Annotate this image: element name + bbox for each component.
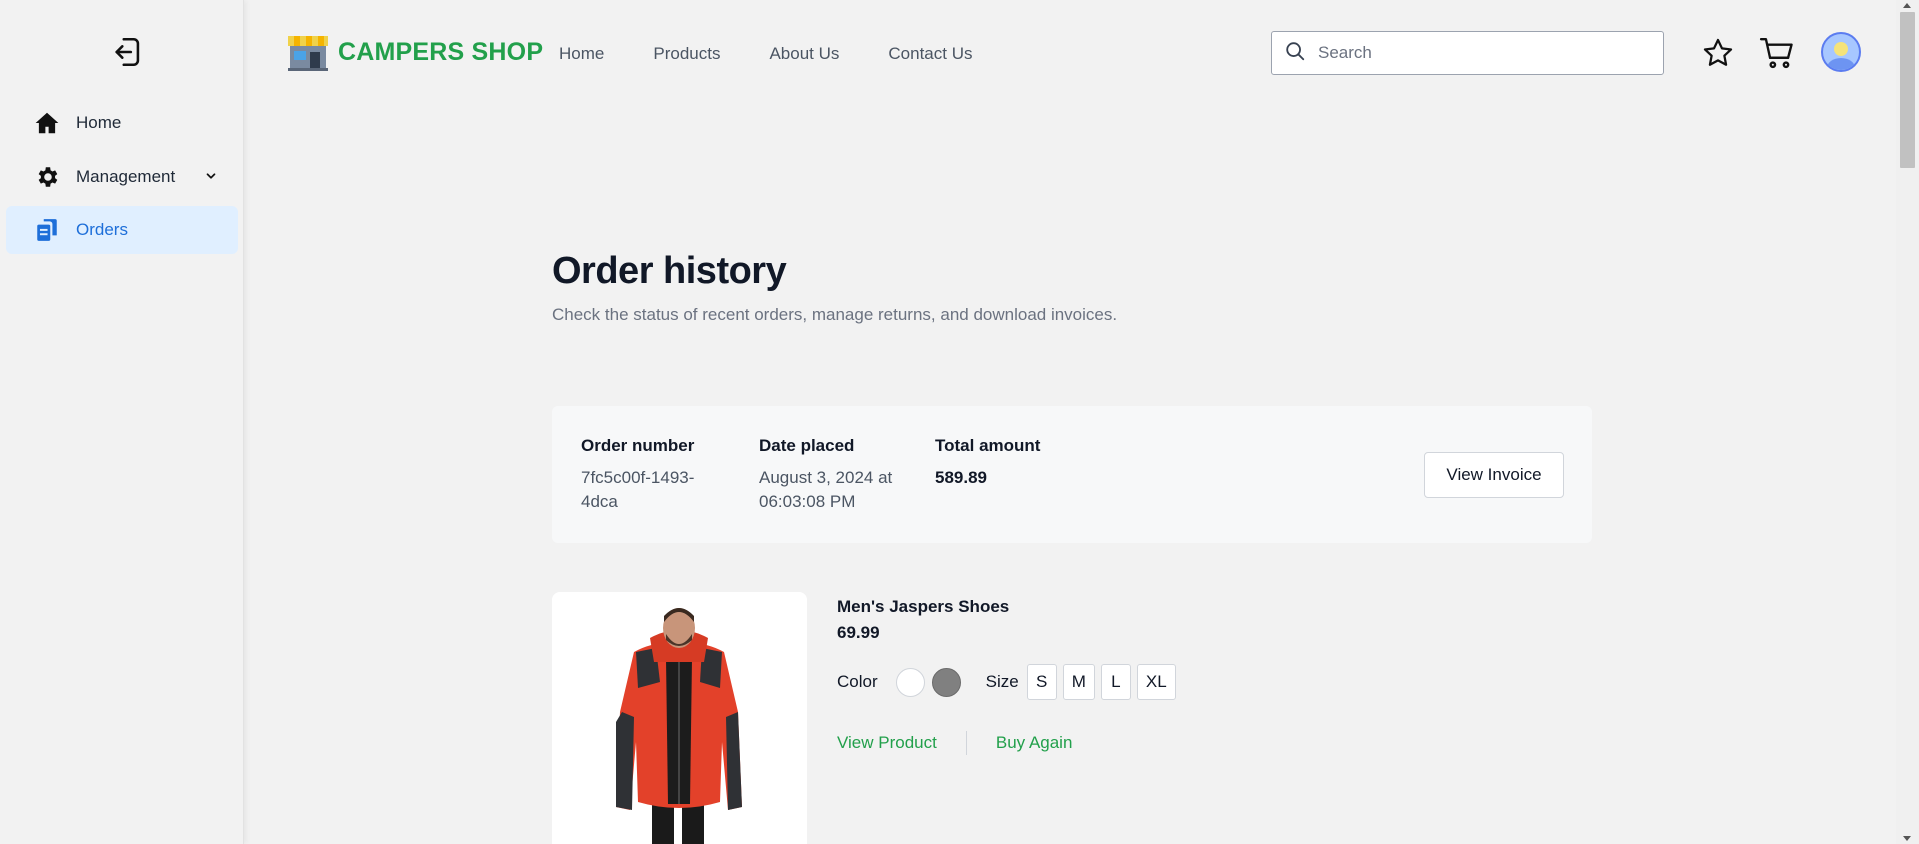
gear-icon xyxy=(34,164,60,190)
order-number-label: Order number xyxy=(581,436,695,455)
orders-icon xyxy=(34,217,60,243)
nav-contact-us[interactable]: Contact Us xyxy=(888,44,972,64)
page-title: Order history xyxy=(552,250,787,292)
chevron-down-icon[interactable] xyxy=(204,169,218,188)
date-placed-column: Date placed August 3, 2024 at 06:03:08 P… xyxy=(759,436,892,514)
scroll-up-icon[interactable] xyxy=(1903,3,1911,8)
buy-again-link[interactable]: Buy Again xyxy=(996,733,1073,753)
product-actions: View Product Buy Again xyxy=(837,731,1072,755)
size-option-s[interactable]: S xyxy=(1026,664,1057,700)
main-nav: Home Products About Us Contact Us xyxy=(559,44,1021,64)
avatar[interactable] xyxy=(1821,32,1861,72)
order-number-value: 7fc5c00f-1493- 4dca xyxy=(581,466,694,514)
order-summary-card: Order number 7fc5c00f-1493- 4dca Date pl… xyxy=(552,406,1592,543)
scroll-thumb[interactable] xyxy=(1900,12,1915,168)
size-option-l[interactable]: L xyxy=(1100,664,1131,700)
nav-about-us[interactable]: About Us xyxy=(769,44,839,64)
sidebar-item-label: Home xyxy=(76,113,122,132)
brand-logo[interactable]: CAMPERS SHOP xyxy=(286,32,543,72)
top-header: CAMPERS SHOP Home Products About Us Cont… xyxy=(244,0,1896,106)
product-image[interactable] xyxy=(552,592,807,844)
scroll-down-icon[interactable] xyxy=(1903,836,1911,841)
date-placed-value: August 3, 2024 at 06:03:08 PM xyxy=(759,466,892,514)
sidebar-item-home[interactable]: Home xyxy=(6,99,238,147)
size-option-xl[interactable]: XL xyxy=(1136,664,1176,700)
sidebar: Home Management Orders xyxy=(0,0,244,844)
order-number-line: 4dca xyxy=(581,492,618,511)
total-amount-value: 589.89 xyxy=(935,468,987,487)
search-icon xyxy=(1284,40,1306,67)
user-icon xyxy=(1827,42,1855,70)
size-option-m[interactable]: M xyxy=(1062,664,1095,700)
search-input[interactable] xyxy=(1318,43,1638,63)
shop-icon xyxy=(288,36,328,71)
sidebar-item-label: Orders xyxy=(76,220,128,239)
star-icon[interactable] xyxy=(1699,34,1737,72)
date-placed-label: Date placed xyxy=(759,436,855,455)
view-invoice-button[interactable]: View Invoice xyxy=(1424,452,1564,498)
nav-home[interactable]: Home xyxy=(559,44,604,64)
order-number-line: 7fc5c00f-1493- xyxy=(581,468,695,487)
order-number-column: Order number 7fc5c00f-1493- 4dca xyxy=(581,436,694,514)
product-name: Men's Jaspers Shoes xyxy=(837,597,1010,616)
view-product-link[interactable]: View Product xyxy=(837,733,937,753)
date-line: August 3, 2024 at xyxy=(759,468,893,487)
color-label: Color xyxy=(837,672,878,691)
total-amount-column: Total amount 589.89 xyxy=(935,436,1040,490)
logout-icon[interactable] xyxy=(110,34,146,70)
color-swatch-gray[interactable] xyxy=(931,667,961,697)
date-line: 06:03:08 PM xyxy=(759,492,856,511)
product-price: 69.99 xyxy=(837,623,880,642)
total-amount-label: Total amount xyxy=(935,436,1041,455)
size-label: Size xyxy=(985,672,1019,691)
product-options: Color Size S M L XL xyxy=(837,664,1182,700)
sidebar-item-label: Management xyxy=(76,167,176,186)
cart-icon[interactable] xyxy=(1758,34,1796,72)
search-box xyxy=(1271,31,1664,75)
sidebar-item-management[interactable]: Management xyxy=(6,153,238,201)
home-icon xyxy=(34,110,60,136)
sidebar-item-orders[interactable]: Orders xyxy=(6,206,238,254)
page-scrollbar[interactable] xyxy=(1896,0,1919,844)
color-swatch-white[interactable] xyxy=(895,667,925,697)
jacket-image xyxy=(552,592,807,844)
nav-products[interactable]: Products xyxy=(653,44,720,64)
divider xyxy=(965,731,967,755)
brand-name: CAMPERS SHOP xyxy=(338,37,544,66)
page-subtitle: Check the status of recent orders, manag… xyxy=(552,305,1118,324)
